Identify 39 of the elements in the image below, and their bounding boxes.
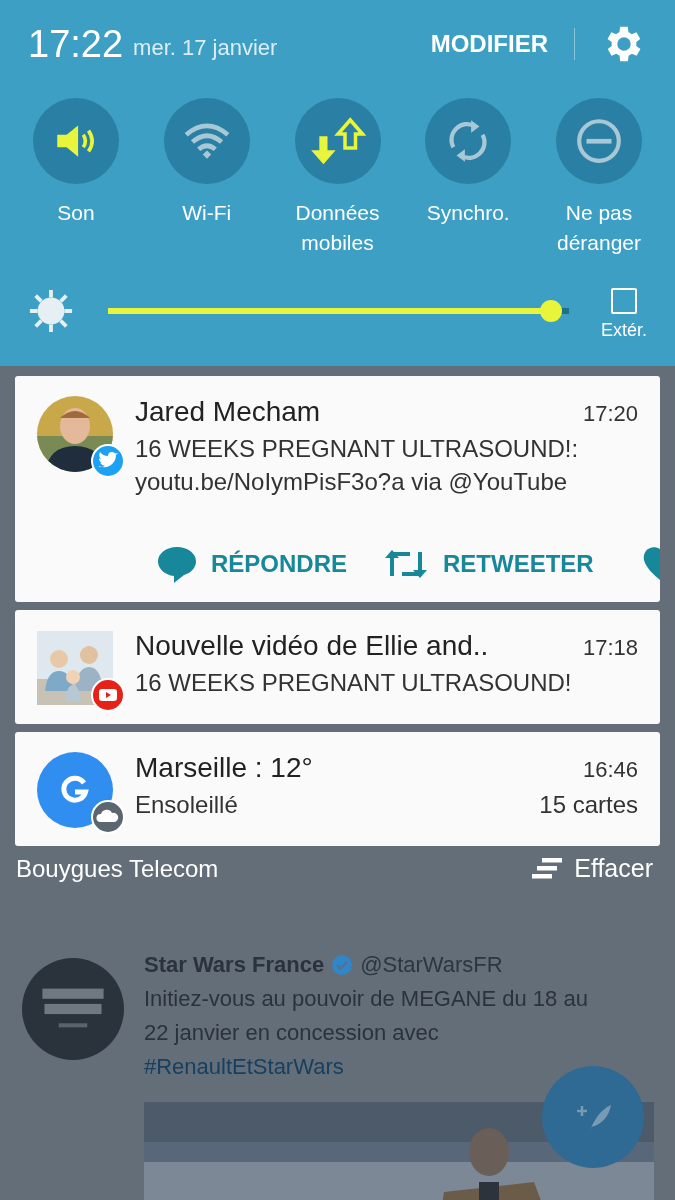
notification-time: 16:46 [582, 757, 638, 783]
carrier-name: Bouygues Telecom [16, 854, 219, 883]
notification-text: 16 WEEKS PREGNANT ULTRASOUND! [135, 668, 573, 698]
notification-title: Nouvelle vidéo de Ellie and.. [135, 630, 489, 662]
clear-button[interactable]: Effacer [532, 854, 653, 883]
notification-card[interactable]: Jared Mecham 17:20 16 WEEKS PREGNANT ULTRASOUND!: youtu.be/NoIymPisF3o?a via @YouTube RÉPONDRE RETWEETER [15, 376, 660, 602]
toggle-label: Ne pas déranger [555, 200, 643, 256]
speech-bubble-icon [157, 544, 197, 584]
notification-time: 17:18 [582, 635, 638, 661]
notification-card[interactable]: Marseille : 12° 16:46 Ensoleillé 15 cartes [15, 732, 660, 846]
toggle-label: Données mobiles [294, 200, 381, 256]
avatar-icon[interactable] [22, 958, 124, 1060]
tweet-handle: @StarWarsFR [360, 952, 503, 978]
date: mer. 17 janvier [133, 34, 278, 61]
retweet-button[interactable]: RETWEETER [383, 544, 594, 584]
clock: 17:22 [28, 22, 124, 66]
cloud-icon [91, 800, 125, 834]
tweet-author: Star Wars France [144, 952, 325, 978]
notification-text: 16 WEEKS PREGNANT ULTRASOUND!: youtu.be/NoIymPisF3o?a via @YouTube [135, 434, 580, 497]
card-count: 15 cartes [539, 790, 638, 820]
notification-text: Ensoleillé [135, 790, 238, 820]
verified-icon [332, 955, 353, 975]
outdoor-checkbox[interactable] [611, 288, 637, 314]
notification-title: Jared Mecham [135, 396, 321, 428]
notification-title: Marseille : 12° [135, 752, 313, 784]
bird-icon [91, 444, 125, 478]
reply-button[interactable]: RÉPONDRE [157, 544, 348, 584]
outdoor-label: Extér. [600, 320, 647, 341]
do-not-disturb-icon [574, 116, 624, 166]
brightness-icon [28, 287, 74, 334]
notification-time: 17:20 [582, 401, 638, 427]
toggle-label: Son [57, 200, 95, 226]
play-icon [91, 678, 125, 712]
toggle-label: Wi-Fi [182, 200, 232, 226]
tweet-text: Initiez-vous au pouvoir de MEGANE du 18 au 22 janvier en concession avec [144, 985, 589, 1047]
toggle-label: Synchro. [426, 200, 510, 226]
edit-button[interactable]: MODIFIER [418, 30, 560, 58]
notification-card[interactable]: Nouvelle vidéo de Ellie and.. 17:18 16 WEEKS PREGNANT ULTRASOUND! [15, 610, 660, 724]
clear-all-icon [532, 857, 563, 880]
